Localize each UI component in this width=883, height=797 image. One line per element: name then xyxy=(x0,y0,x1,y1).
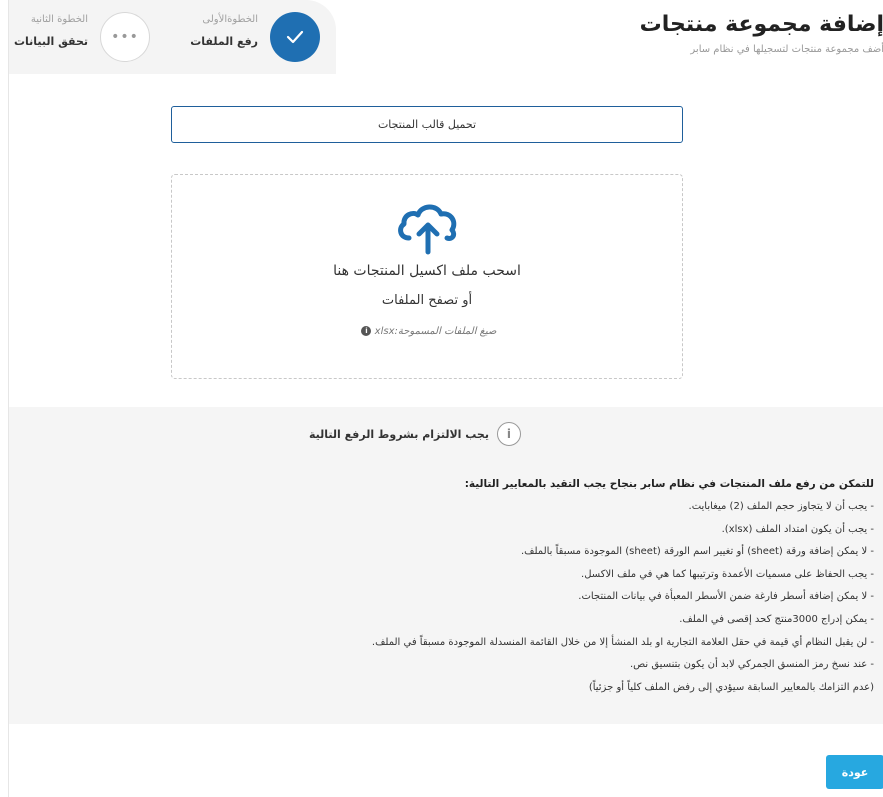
rule-item: - يجب الحفاظ على مسميات الأعمدة وترتيبها… xyxy=(581,568,874,580)
rules-header: i يجب الالتزام بشروط الرفع التالية xyxy=(309,422,521,446)
rule-item: - لا يمكن إضافة ورقة (sheet) أو تغيير اس… xyxy=(520,546,874,558)
info-icon: i xyxy=(361,326,372,336)
rules-title: يجب الالتزام بشروط الرفع التالية xyxy=(309,427,489,441)
rule-item: - يجب أن يكون امتداد الملف (xlsx). xyxy=(721,523,874,535)
browse-files-link[interactable]: أو تصفح الملفات xyxy=(172,293,682,308)
rule-item: - لا يمكن إضافة أسطر فارغة ضمن الأسطر ال… xyxy=(578,591,874,603)
rules-list: للتمكن من رفع ملف المنتجات في نظام سابر … xyxy=(372,473,874,699)
steps-panel: الخطوةالأولى رفع الملفات ••• الخطوة الثا… xyxy=(9,0,336,74)
allowed-formats-text: صيغ الملفات المسموحة:xlsx xyxy=(374,326,497,337)
page-title: إضافة مجموعة منتجات xyxy=(639,12,883,37)
rule-item: - لن يقبل النظام أي قيمة في حقل العلامة … xyxy=(371,636,874,648)
check-icon xyxy=(286,30,304,44)
step-2-value: تحقق البيانات xyxy=(13,35,88,48)
page-frame: الخطوةالأولى رفع الملفات ••• الخطوة الثا… xyxy=(8,0,883,797)
dropzone-main-text: اسحب ملف اكسيل المنتجات هنا xyxy=(333,263,521,279)
page-subtitle: أضف مجموعة منتجات لتسجيلها في نظام سابر xyxy=(690,44,883,55)
step-1-label: الخطوةالأولى xyxy=(202,14,258,25)
page-header: الخطوةالأولى رفع الملفات ••• الخطوة الثا… xyxy=(9,0,883,74)
step-2-indicator: ••• xyxy=(100,12,150,62)
info-circle-icon: i xyxy=(496,422,521,446)
ellipsis-icon: ••• xyxy=(111,29,139,45)
rule-item: - يجب أن لا يتجاوز حجم الملف (2) ميغاباي… xyxy=(688,501,874,512)
back-button[interactable]: عودة xyxy=(826,755,883,789)
cloud-upload-icon xyxy=(398,204,457,255)
step-2-label: الخطوة الثانية xyxy=(30,14,88,25)
rule-item: (عدم التزامك بالمعايير السابقة سيؤدي إلى… xyxy=(588,681,874,693)
file-dropzone[interactable]: اسحب ملف اكسيل المنتجات هنا أو تصفح المل… xyxy=(171,174,683,379)
download-template-button[interactable]: تحميل قالب المنتجات xyxy=(171,106,683,143)
rule-item: - يمكن إدراج 3000منتج كحد إقصى في الملف. xyxy=(679,613,874,625)
step-1-indicator xyxy=(270,12,320,62)
upload-rules-section: i يجب الالتزام بشروط الرفع التالية للتمك… xyxy=(9,407,883,724)
rules-intro: للتمكن من رفع ملف المنتجات في نظام سابر … xyxy=(464,478,874,490)
step-1-value: رفع الملفات xyxy=(190,35,258,48)
rule-item: - عند نسخ رمز المنسق الجمركي لابد أن يكو… xyxy=(629,659,874,671)
allowed-formats-note: صيغ الملفات المسموحة:xlsx i xyxy=(172,326,682,337)
